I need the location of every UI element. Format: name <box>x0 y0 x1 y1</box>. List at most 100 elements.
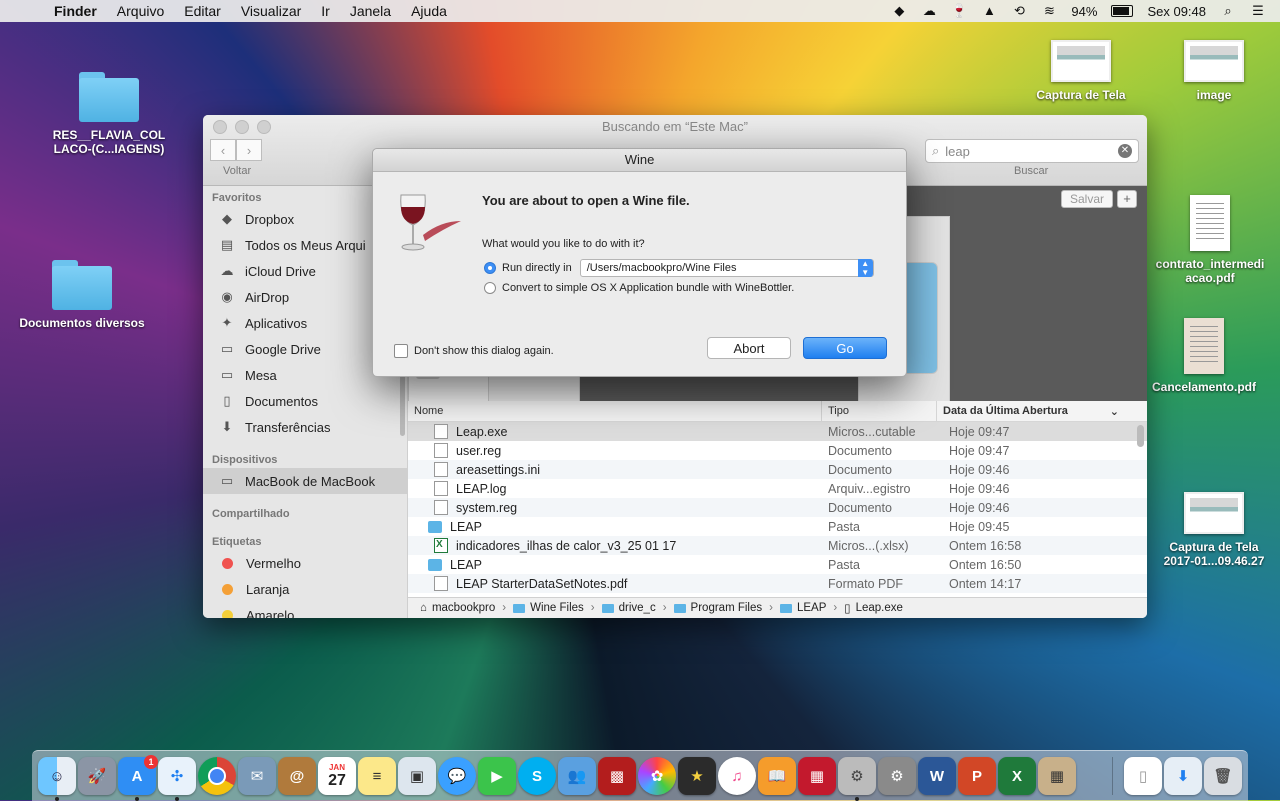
contacts-icon[interactable]: @ <box>278 757 316 795</box>
column-date-label: Data da Última Abertura <box>943 405 1068 417</box>
sidebar-item-documentos[interactable]: ▯ Documentos <box>203 388 407 414</box>
desktop-screenshot-1[interactable]: Captura de Tela <box>1016 40 1146 102</box>
battery-percent[interactable]: 94% <box>1071 4 1097 19</box>
path-segment[interactable]: Wine Files <box>530 602 584 614</box>
google-drive-status-icon[interactable]: ▲ <box>981 4 997 18</box>
clear-search-icon[interactable]: ✕ <box>1118 144 1132 158</box>
trash-icon[interactable]: 🗑 <box>1204 757 1242 795</box>
skype-icon[interactable]: S <box>518 757 556 795</box>
menu-editar[interactable]: Editar <box>184 3 221 19</box>
notification-center-icon[interactable]: ☰ <box>1250 4 1266 18</box>
menu-ir[interactable]: Ir <box>321 3 330 19</box>
menu-ajuda[interactable]: Ajuda <box>411 3 447 19</box>
notes-icon[interactable]: ≡ <box>358 757 396 795</box>
word-icon[interactable]: W <box>918 757 956 795</box>
mendeley-icon[interactable]: ▦ <box>798 757 836 795</box>
path-segment[interactable]: drive_c <box>619 602 656 614</box>
desktop-image[interactable]: image <box>1149 40 1279 102</box>
sidebar-tag-laranja[interactable]: Laranja <box>203 576 407 602</box>
path-segment[interactable]: macbookpro <box>432 602 495 614</box>
menu-visualizar[interactable]: Visualizar <box>241 3 301 19</box>
facetime-icon[interactable]: ▶ <box>478 757 516 795</box>
sidebar-item-transferencias[interactable]: ⬇ Transferências <box>203 414 407 440</box>
preview-icon[interactable]: ▣ <box>398 757 436 795</box>
file-name: user.reg <box>456 443 502 458</box>
table-row[interactable]: LEAP.log Arquiv...egistro Hoje 09:46 <box>408 479 1147 498</box>
excel-icon[interactable]: X <box>998 757 1036 795</box>
wine-status-icon[interactable]: 🍷 <box>951 4 967 18</box>
table-row[interactable]: Leap.exe Micros...cutable Hoje 09:47 <box>408 422 1147 441</box>
abort-button[interactable]: Abort <box>707 337 791 359</box>
desktop-cancelamento-pdf[interactable]: Cancelamento.pdf <box>1139 318 1269 394</box>
dropbox-status-icon[interactable]: ◆ <box>891 4 907 18</box>
users-icon[interactable]: 👥 <box>558 757 596 795</box>
file-list-scrollbar[interactable] <box>1137 425 1144 447</box>
table-row[interactable]: indicadores_ilhas de calor_v3_25 01 17 Mi… <box>408 536 1147 555</box>
launchpad-icon[interactable]: 🚀 <box>78 757 116 795</box>
safari-icon[interactable]: ✣ <box>158 757 196 795</box>
documents-stack-icon[interactable]: ▯ <box>1124 757 1162 795</box>
downloads-stack-icon[interactable]: ⬇ <box>1164 757 1202 795</box>
menu-janela[interactable]: Janela <box>350 3 391 19</box>
ibooks-icon[interactable]: 📖 <box>758 757 796 795</box>
path-segment[interactable]: Program Files <box>691 602 763 614</box>
dont-show-checkbox[interactable] <box>394 344 408 358</box>
search-field[interactable]: ⌕ leap ✕ <box>925 139 1139 163</box>
desktop-item-label: 2017-01...09.46.27 <box>1163 554 1265 568</box>
desktop-screenshot-2[interactable]: Captura de Tela 2017-01...09.46.27 <box>1149 492 1279 568</box>
table-row[interactable]: areasettings.ini Documento Hoje 09:46 <box>408 460 1147 479</box>
powerpoint-icon[interactable]: P <box>958 757 996 795</box>
spotlight-search-icon[interactable]: ⌕ <box>1220 4 1236 18</box>
table-row[interactable]: LEAP Pasta Ontem 16:50 <box>408 555 1147 574</box>
menu-clock[interactable]: Sex 09:48 <box>1147 4 1206 19</box>
desktop-folder-documentos[interactable]: Documentos diversos <box>17 260 147 330</box>
convert-option[interactable]: Convert to simple OS X Application bundl… <box>484 282 794 294</box>
calendar-icon[interactable]: JAN 27 <box>318 757 356 795</box>
run-directly-radio[interactable] <box>484 262 496 274</box>
app-store-icon[interactable]: A1 <box>118 755 158 795</box>
finder-dock-icon[interactable]: ☺ <box>38 757 76 795</box>
convert-radio[interactable] <box>484 282 496 294</box>
table-row[interactable]: user.reg Documento Hoje 09:47 <box>408 441 1147 460</box>
search-input[interactable]: leap <box>945 144 1118 159</box>
column-date[interactable]: Data da Última Abertura ⌄ <box>937 401 1147 421</box>
itunes-icon[interactable]: ♫ <box>718 757 756 795</box>
run-directly-option[interactable]: Run directly in /Users/macbookpro/Wine F… <box>484 259 874 277</box>
table-row[interactable]: LEAP StarterDataSetNotes.pdf Formato PDF O… <box>408 574 1147 593</box>
photos-icon[interactable]: ✿ <box>638 757 676 795</box>
save-search-button[interactable]: Salvar <box>1060 190 1113 208</box>
back-button[interactable]: ‹ <box>210 139 236 161</box>
imovie-icon[interactable]: ★ <box>678 757 716 795</box>
mail-icon[interactable]: ✉ <box>238 757 276 795</box>
messages-icon[interactable]: 💬 <box>438 757 476 795</box>
desktop-contrato-pdf[interactable]: contrato_intermedi acao.pdf <box>1145 195 1275 285</box>
calculator-icon[interactable]: ▦ <box>1038 757 1076 795</box>
table-row[interactable]: LEAP Pasta Hoje 09:45 <box>408 517 1147 536</box>
desktop-folder-res-flavia[interactable]: RES__FLAVIA_COL LACO-(C...IAGENS) <box>44 72 174 156</box>
path-segment[interactable]: Leap.exe <box>856 602 903 614</box>
menu-app-finder[interactable]: Finder <box>54 3 97 19</box>
column-kind[interactable]: Tipo <box>822 401 937 421</box>
photo-booth-icon[interactable]: ▩ <box>598 757 636 795</box>
menu-arquivo[interactable]: Arquivo <box>117 3 164 19</box>
sidebar-tag-vermelho[interactable]: Vermelho <box>203 550 407 576</box>
time-machine-icon[interactable]: ⟲ <box>1011 4 1027 18</box>
table-row[interactable]: system.reg Documento Hoje 09:46 <box>408 498 1147 517</box>
cloud-status-icon[interactable]: ☁ <box>921 4 937 18</box>
sidebar-item-macbook[interactable]: ▭ MacBook de MacBook <box>203 468 407 494</box>
add-criteria-button[interactable]: + <box>1117 190 1137 208</box>
chrome-icon[interactable] <box>198 757 236 795</box>
file-date: Hoje 09:45 <box>949 519 1010 534</box>
battery-icon[interactable] <box>1111 5 1134 17</box>
wine-bottler-icon[interactable]: ⚙ <box>838 757 876 795</box>
dont-show-checkbox-row[interactable]: Don't show this dialog again. <box>394 344 554 358</box>
file-name: LEAP StarterDataSetNotes.pdf <box>456 576 628 591</box>
column-name[interactable]: Nome <box>408 401 822 421</box>
wifi-icon[interactable]: ≋ <box>1041 4 1057 18</box>
forward-button[interactable]: › <box>236 139 262 161</box>
sidebar-tag-amarelo[interactable]: Amarelo <box>203 602 407 618</box>
system-preferences-icon[interactable]: ⚙ <box>878 757 916 795</box>
go-button[interactable]: Go <box>803 337 887 359</box>
wine-prefix-select[interactable]: /Users/macbookpro/Wine Files ▲ ▼ <box>579 259 874 277</box>
path-segment[interactable]: LEAP <box>797 602 826 614</box>
